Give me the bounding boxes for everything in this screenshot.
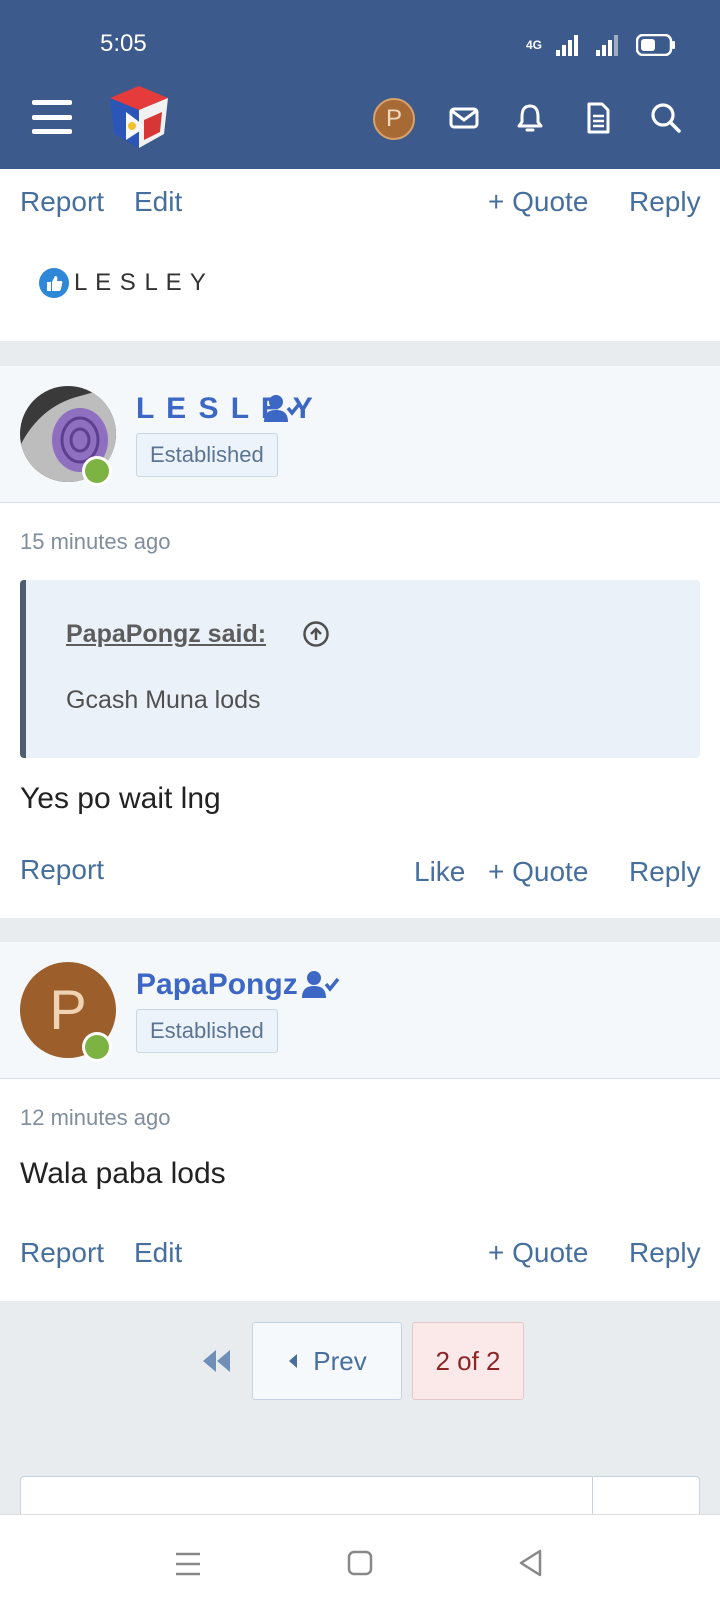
- verified-user-icon: [264, 395, 302, 422]
- post-timestamp[interactable]: 15 minutes ago: [20, 529, 170, 555]
- quote-block: PapaPongz said: Gcash Muna lods: [20, 580, 700, 758]
- jump-to-quote-icon[interactable]: [302, 620, 330, 648]
- post-author-header: P PapaPongz Established: [0, 942, 720, 1079]
- like-reaction-icon: [39, 268, 69, 298]
- signal-2-icon: [596, 35, 618, 56]
- quote-link[interactable]: + Quote: [488, 186, 588, 218]
- verified-user-icon: [302, 971, 340, 998]
- battery-icon: [636, 34, 675, 56]
- user-title-badge: Established: [136, 1009, 278, 1053]
- current-page-indicator[interactable]: 2 of 2: [412, 1322, 524, 1400]
- online-status-icon: [82, 456, 112, 486]
- edit-link[interactable]: Edit: [134, 1237, 182, 1269]
- user-title-badge: Established: [136, 433, 278, 477]
- site-logo-icon[interactable]: [104, 82, 174, 152]
- signal-icon: [556, 35, 578, 56]
- post-timestamp[interactable]: 12 minutes ago: [20, 1105, 170, 1131]
- post-body: 12 minutes ago Wala paba lods Report Edi…: [0, 1079, 720, 1301]
- report-link[interactable]: Report: [20, 854, 104, 886]
- quote-link[interactable]: + Quote: [488, 856, 588, 888]
- status-bar: 5:05 4G: [0, 28, 720, 64]
- app-header: 5:05 4G P: [0, 0, 720, 169]
- reply-link[interactable]: Reply: [629, 1237, 701, 1269]
- home-icon[interactable]: [347, 1550, 373, 1576]
- post-username[interactable]: PapaPongz: [136, 968, 298, 1002]
- mail-icon[interactable]: [446, 100, 482, 136]
- prev-label: Prev: [313, 1345, 367, 1376]
- system-icons: 4G: [526, 34, 676, 56]
- caret-left-icon: [289, 1354, 298, 1368]
- page-indicator-label: 2 of 2: [435, 1345, 501, 1376]
- online-status-icon: [82, 1032, 112, 1062]
- bell-icon[interactable]: [512, 100, 548, 136]
- post-message: Wala paba lods: [20, 1157, 226, 1190]
- first-page-icon[interactable]: [202, 1350, 232, 1372]
- pagination: Prev 2 of 2: [0, 1302, 720, 1452]
- network-type-label: 4G: [525, 38, 542, 52]
- like-link[interactable]: Like: [414, 856, 465, 888]
- prev-page-button[interactable]: Prev: [252, 1322, 402, 1400]
- post-previous: Report Edit + Quote Reply L E S L E Y: [0, 169, 720, 341]
- search-icon[interactable]: [648, 100, 684, 136]
- report-link[interactable]: Report: [20, 1237, 104, 1269]
- post-author-header: L E S L E Y Established: [0, 366, 720, 503]
- quote-link[interactable]: + Quote: [488, 1237, 588, 1269]
- app-bar: P: [0, 82, 720, 154]
- quote-text: Gcash Muna lods: [66, 686, 261, 714]
- status-time: 5:05: [100, 30, 147, 57]
- user-avatar[interactable]: P: [373, 98, 415, 140]
- post-message: Yes po wait lng: [20, 782, 221, 815]
- document-icon[interactable]: [580, 100, 616, 136]
- report-link[interactable]: Report: [20, 186, 104, 218]
- back-icon[interactable]: [518, 1549, 544, 1577]
- reply-link[interactable]: Reply: [629, 186, 701, 218]
- menu-icon[interactable]: [32, 100, 72, 134]
- reaction-summary[interactable]: L E S L E Y: [38, 267, 207, 299]
- liked-by-user[interactable]: L E S L E Y: [74, 269, 207, 297]
- quote-author-link[interactable]: PapaPongz said:: [66, 620, 266, 649]
- recent-apps-icon[interactable]: [174, 1551, 202, 1577]
- edit-link[interactable]: Edit: [134, 186, 182, 218]
- system-nav-bar: [0, 1514, 720, 1600]
- reply-link[interactable]: Reply: [629, 856, 701, 888]
